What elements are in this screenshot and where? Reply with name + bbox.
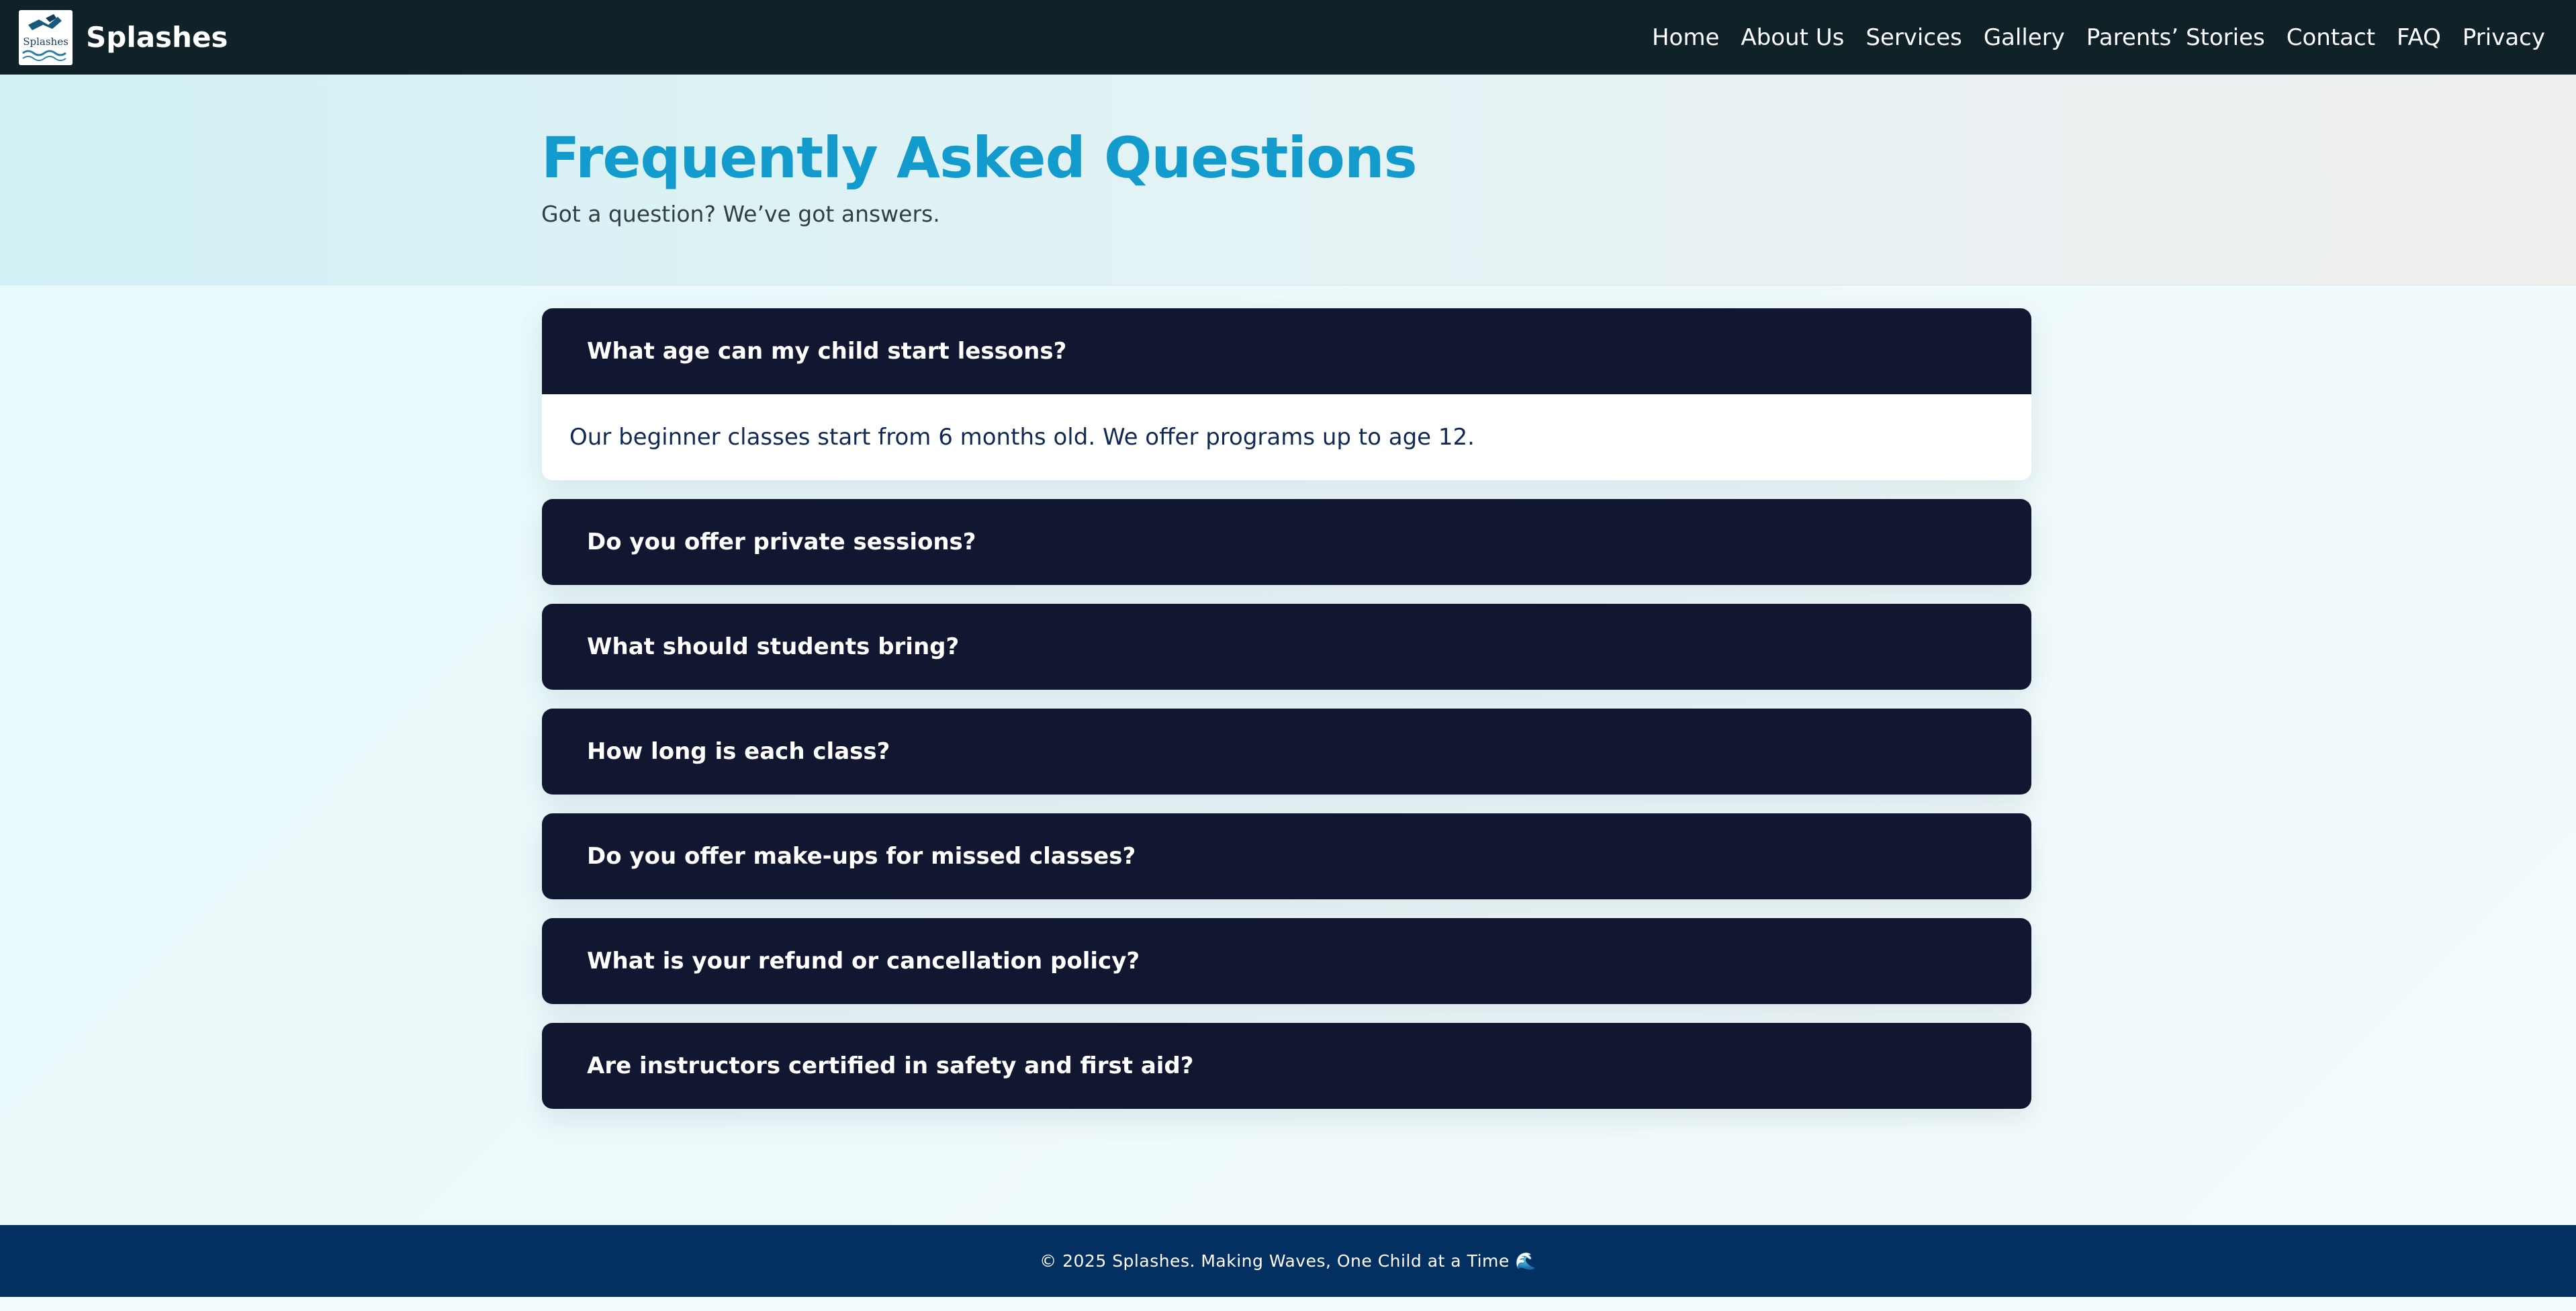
nav-link-faq[interactable]: FAQ	[2397, 24, 2441, 51]
nav-link-privacy[interactable]: Privacy	[2463, 24, 2545, 51]
faq-item: What is your refund or cancellation poli…	[542, 918, 2031, 1004]
page-title: Frequently Asked Questions	[541, 125, 1418, 191]
faq-item: Do you offer make-ups for missed classes…	[542, 813, 2031, 899]
faq-question-button[interactable]: What age can my child start lessons?	[542, 308, 2031, 394]
page-subtitle: Got a question? We’ve got answers.	[541, 201, 940, 227]
faq-item: How long is each class?	[542, 709, 2031, 795]
faq-item: What should students bring?	[542, 604, 2031, 690]
faq-answer: Our beginner classes start from 6 months…	[542, 394, 2031, 480]
page-bottom-strip	[0, 1297, 2576, 1311]
nav-link-services[interactable]: Services	[1866, 24, 1962, 51]
top-navbar: Splashes Splashes Home About Us Services…	[0, 0, 2576, 75]
site-footer: © 2025 Splashes. Making Waves, One Child…	[0, 1225, 2576, 1297]
faq-item: What age can my child start lessons? Our…	[542, 308, 2031, 480]
brand-name[interactable]: Splashes	[86, 21, 228, 54]
nav-link-about-us[interactable]: About Us	[1741, 24, 1844, 51]
faq-item: Are instructors certified in safety and …	[542, 1023, 2031, 1109]
nav-link-gallery[interactable]: Gallery	[1984, 24, 2065, 51]
faq-question-button[interactable]: Do you offer make-ups for missed classes…	[542, 813, 2031, 899]
nav-link-home[interactable]: Home	[1652, 24, 1719, 51]
faq-question-button[interactable]: What is your refund or cancellation poli…	[542, 918, 2031, 1004]
svg-text:Splashes: Splashes	[23, 36, 68, 48]
footer-copyright: © 2025 Splashes. Making Waves, One Child…	[1040, 1251, 1536, 1271]
nav-link-contact[interactable]: Contact	[2287, 24, 2375, 51]
faq-question-button[interactable]: What should students bring?	[542, 604, 2031, 690]
faq-item: Do you offer private sessions?	[542, 499, 2031, 585]
faq-question-button[interactable]: Do you offer private sessions?	[542, 499, 2031, 585]
nav-link-parents-stories[interactable]: Parents’ Stories	[2086, 24, 2265, 51]
brand-logo[interactable]: Splashes	[19, 9, 73, 65]
faq-accordion: What age can my child start lessons? Our…	[542, 308, 2031, 1128]
hero-banner: Frequently Asked Questions Got a questio…	[0, 75, 2576, 285]
faq-question-button[interactable]: Are instructors certified in safety and …	[542, 1023, 2031, 1109]
swimmer-logo-icon: Splashes	[22, 13, 68, 61]
main-nav: Home About Us Services Gallery Parents’ …	[1630, 24, 2545, 51]
faq-question-button[interactable]: How long is each class?	[542, 709, 2031, 795]
